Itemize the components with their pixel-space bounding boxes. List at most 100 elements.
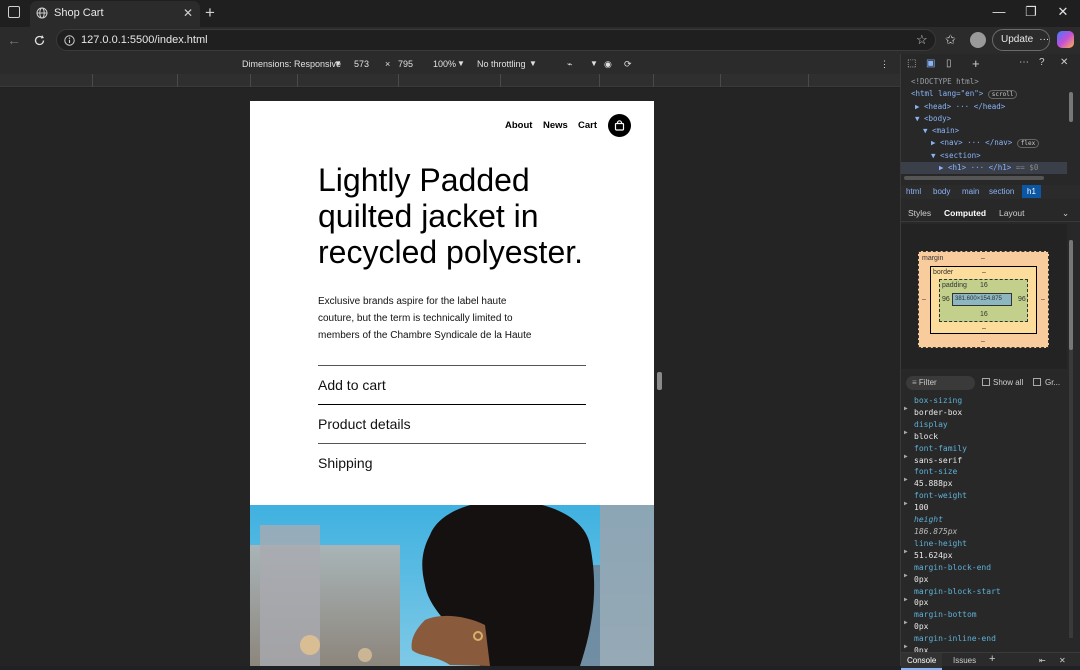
- crumb-main[interactable]: main: [962, 187, 979, 196]
- tab-layout[interactable]: Layout: [999, 208, 1025, 218]
- throttling-dropdown[interactable]: No throttling: [477, 59, 526, 69]
- sensors-chevron-icon[interactable]: ▼: [590, 59, 598, 68]
- width-input[interactable]: 573: [354, 59, 369, 69]
- add-panel-icon[interactable]: +: [972, 56, 980, 71]
- crumb-section[interactable]: section: [989, 187, 1014, 196]
- reload-icon[interactable]: [33, 34, 46, 47]
- inspect-icon[interactable]: ⬚: [907, 58, 916, 69]
- minimize-icon[interactable]: —: [989, 4, 1009, 19]
- tab-console[interactable]: Console: [901, 653, 943, 670]
- computed-property[interactable]: ▶ line-height 51.624px: [904, 538, 1064, 562]
- help-icon[interactable]: ?: [1039, 57, 1045, 68]
- new-tab-icon[interactable]: +: [205, 3, 215, 23]
- zoom-chevron-icon[interactable]: ▼: [457, 59, 465, 68]
- expand-arrow-icon[interactable]: ▶: [904, 451, 908, 463]
- expand-arrow-icon[interactable]: ▶: [904, 617, 908, 629]
- expand-arrow-icon[interactable]: ▶: [904, 427, 908, 439]
- property-name: margin-block-start: [914, 586, 1001, 596]
- devtools-scrollbar-thumb[interactable]: [1069, 240, 1073, 350]
- dom-node-nav[interactable]: ▶ <nav> ··· </nav> flex: [901, 137, 1067, 150]
- restore-icon[interactable]: ❐: [1021, 4, 1041, 20]
- computed-property[interactable]: ▶ box-sizing border-box: [904, 395, 1064, 419]
- device-mode-icon[interactable]: ▣: [926, 58, 935, 69]
- viewport-resize-handle[interactable]: [657, 372, 662, 390]
- tab-styles[interactable]: Styles: [908, 208, 931, 218]
- nav-cart-link[interactable]: Cart: [578, 120, 597, 131]
- close-window-icon[interactable]: ✕: [1053, 4, 1073, 20]
- computed-property[interactable]: height 186.875px: [914, 514, 1064, 538]
- nav-news-link[interactable]: News: [543, 120, 568, 131]
- dom-node-section[interactable]: ▼ <section>: [901, 150, 1067, 162]
- favorite-star-icon[interactable]: ☆: [916, 32, 928, 48]
- tab-issues[interactable]: Issues: [953, 656, 976, 665]
- expand-arrow-icon[interactable]: ▶: [904, 498, 908, 510]
- crumb-html[interactable]: html: [906, 187, 921, 196]
- product-details-toggle[interactable]: Product details: [318, 416, 411, 432]
- device-more-icon[interactable]: ⋮: [880, 59, 889, 70]
- chevron-down-icon[interactable]: ⌄: [1062, 208, 1069, 219]
- media-query-ruler[interactable]: [0, 74, 900, 87]
- dimensions-chevron-icon[interactable]: ▼: [334, 59, 342, 68]
- zoom-dropdown[interactable]: 100%: [433, 59, 456, 69]
- product-headline: Lightly Padded quilted jacket in recycle…: [318, 162, 584, 270]
- divider: [318, 404, 586, 405]
- computed-property[interactable]: ▶ display block: [904, 419, 1064, 443]
- height-input[interactable]: 795: [398, 59, 413, 69]
- group-label: Gr...: [1045, 378, 1061, 387]
- expand-arrow-icon[interactable]: ▶: [904, 570, 908, 582]
- dom-scrollbar-thumb[interactable]: [1069, 92, 1073, 122]
- computed-property[interactable]: ▶ font-family sans-serif: [904, 443, 1064, 467]
- dom-tree[interactable]: <!DOCTYPE html> <html lang="en"> scroll …: [901, 76, 1067, 174]
- favorites-icon[interactable]: ✩: [945, 32, 956, 48]
- tab-computed[interactable]: Computed: [944, 208, 986, 218]
- profile-avatar[interactable]: [970, 32, 986, 48]
- filter-input[interactable]: ≡ Filter: [906, 376, 975, 390]
- url-text[interactable]: 127.0.0.1:5500/index.html: [81, 34, 208, 46]
- throttling-chevron-icon[interactable]: ▼: [529, 59, 537, 68]
- rotate-icon[interactable]: ⟳: [624, 59, 632, 70]
- dom-node-body[interactable]: ▼ <body>: [901, 113, 1067, 125]
- computed-property[interactable]: ▶ font-weight 100: [904, 490, 1064, 514]
- dom-node-head[interactable]: ▶ <head> ··· </head>: [901, 101, 1067, 113]
- add-drawer-tab-icon[interactable]: +: [989, 653, 995, 665]
- close-devtools-icon[interactable]: ✕: [1060, 57, 1068, 68]
- expand-arrow-icon[interactable]: ▶: [904, 403, 908, 415]
- tab-actions-icon[interactable]: [8, 6, 20, 18]
- dimensions-dropdown[interactable]: Dimensions: Responsive: [242, 59, 341, 69]
- info-icon[interactable]: [64, 35, 75, 46]
- elements-panel-icon[interactable]: ▯: [946, 58, 952, 69]
- dom-horizontal-scrollbar[interactable]: [904, 176, 1044, 180]
- cart-button[interactable]: [608, 114, 631, 137]
- close-drawer-icon[interactable]: ✕: [1059, 656, 1066, 665]
- expand-arrow-icon[interactable]: ▶: [904, 594, 908, 606]
- shipping-toggle[interactable]: Shipping: [318, 455, 373, 471]
- devtools-more-icon[interactable]: ⋯: [1019, 57, 1029, 68]
- group-checkbox[interactable]: [1033, 378, 1041, 386]
- back-icon[interactable]: ←: [7, 32, 21, 48]
- copilot-icon[interactable]: [1057, 31, 1074, 48]
- computed-property[interactable]: ▶ margin-block-start 0px: [904, 586, 1064, 610]
- tab-close-icon[interactable]: ✕: [183, 6, 193, 20]
- dock-icon[interactable]: ⇤: [1039, 656, 1046, 665]
- add-to-cart-button[interactable]: Add to cart: [318, 377, 386, 393]
- computed-property[interactable]: ▶ margin-bottom 0px: [904, 609, 1064, 633]
- sensors-icon[interactable]: ⌁: [567, 59, 572, 70]
- show-all-checkbox[interactable]: [982, 378, 990, 386]
- nav-about-link[interactable]: About: [505, 120, 532, 131]
- computed-property[interactable]: ▶ font-size 45.888px: [904, 466, 1064, 490]
- crumb-body[interactable]: body: [933, 187, 950, 196]
- flex-badge[interactable]: flex: [1016, 139, 1040, 148]
- computed-property[interactable]: ▶ margin-block-end 0px: [904, 562, 1064, 586]
- expand-arrow-icon[interactable]: ▶: [904, 546, 908, 558]
- scroll-badge[interactable]: scroll: [987, 90, 1018, 99]
- dom-node-html[interactable]: <html lang="en"> scroll: [901, 88, 1067, 101]
- vision-icon[interactable]: ◉: [604, 59, 612, 70]
- dom-node-h1[interactable]: ▶ <h1> ··· </h1> == $0: [901, 162, 1067, 174]
- dom-node-body-label: <body>: [924, 114, 952, 123]
- update-button[interactable]: Update ···: [992, 29, 1050, 51]
- box-model-diagram[interactable]: margin – – – – border – – padding 16 96 …: [918, 251, 1049, 348]
- dom-node-main[interactable]: ▼ <main>: [901, 125, 1067, 137]
- crumb-h1[interactable]: h1: [1022, 185, 1041, 198]
- dom-doctype[interactable]: <!DOCTYPE html>: [901, 76, 1067, 88]
- expand-arrow-icon[interactable]: ▶: [904, 474, 908, 486]
